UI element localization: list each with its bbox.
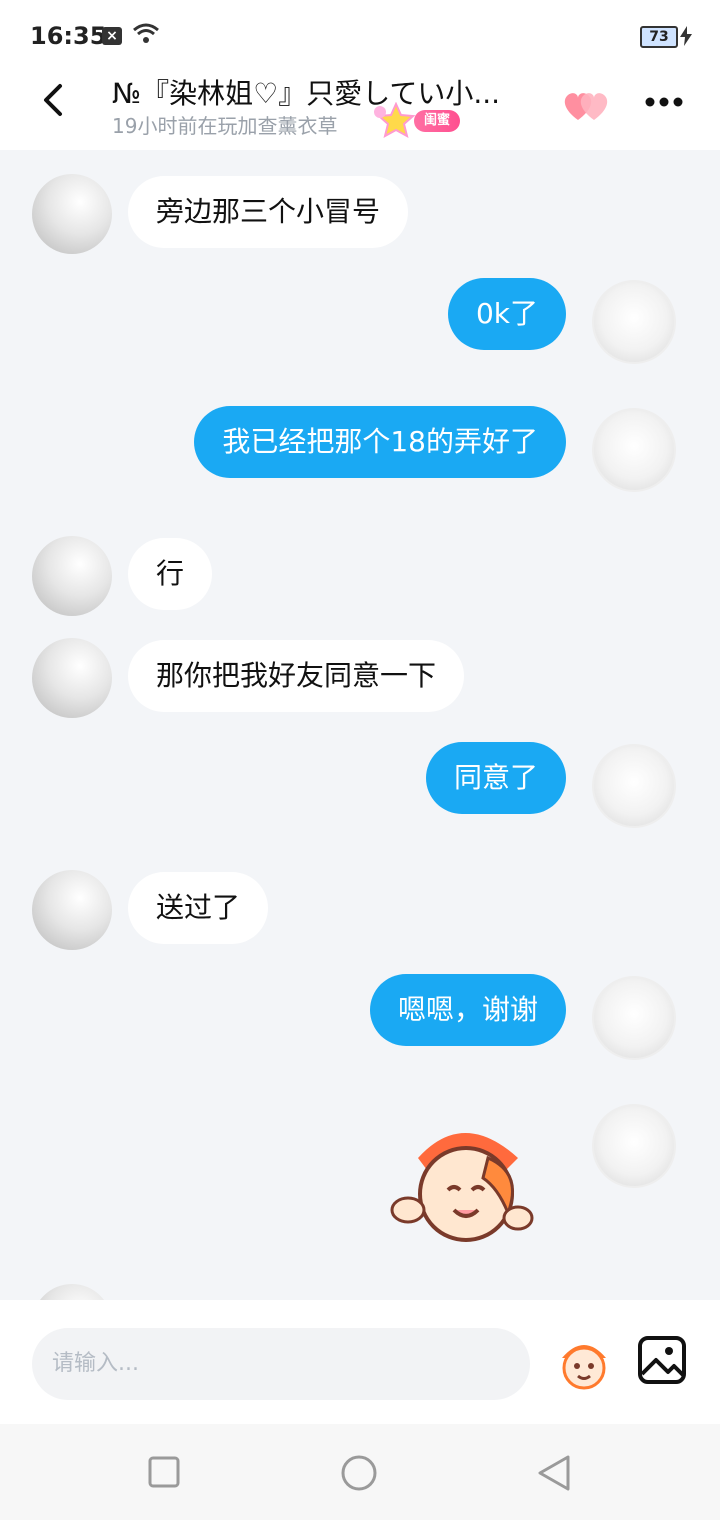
message-input[interactable]: 请输入... (32, 1328, 530, 1400)
message-bubble-outgoing[interactable]: 0k了 (447, 278, 566, 350)
hearts-icon[interactable] (560, 86, 612, 126)
notification-x-icon: × (102, 27, 122, 45)
triangle-back-icon[interactable] (536, 1454, 572, 1492)
my-avatar[interactable] (592, 1104, 676, 1188)
message-bubble-incoming[interactable]: 送过了 (128, 872, 269, 944)
chat-subtitle: 19小时前在玩加查薰衣草 (112, 114, 338, 138)
wifi-icon (133, 23, 159, 43)
sticker-icon[interactable] (552, 1332, 616, 1396)
sticker-image[interactable] (388, 1118, 538, 1248)
battery-indicator: 73 (640, 26, 678, 48)
charging-icon (680, 26, 692, 46)
message-input-placeholder: 请输入... (52, 1351, 139, 1376)
message-bubble-incoming[interactable]: 旁边那三个小冒号 (128, 176, 409, 248)
contact-avatar[interactable] (32, 870, 112, 950)
my-avatar[interactable] (592, 280, 676, 364)
message-bubble-outgoing[interactable]: 同意了 (425, 742, 566, 814)
contact-avatar[interactable] (32, 1284, 112, 1300)
message-bubble-incoming[interactable]: 那你把我好友同意一下 (128, 640, 465, 712)
message-bubble-outgoing[interactable]: 我已经把那个18的弄好了 (194, 406, 566, 478)
my-avatar[interactable] (592, 744, 676, 828)
contact-avatar[interactable] (32, 536, 112, 616)
message-list[interactable]: 旁边那三个小冒号 0k了 我已经把那个18的弄好了 行 那你把我好友同意一下 同… (0, 150, 720, 1300)
status-time: 16:35 (30, 22, 107, 50)
my-avatar[interactable] (592, 408, 676, 492)
back-chevron-icon[interactable] (34, 80, 74, 120)
composer-bar: 请输入... (0, 1300, 720, 1424)
relationship-badge: 闺蜜 (414, 110, 461, 132)
circle-icon[interactable] (340, 1454, 378, 1492)
status-bar: 16:35 × 73 (0, 0, 720, 72)
contact-avatar[interactable] (32, 638, 112, 718)
square-icon[interactable] (148, 1456, 180, 1488)
more-options-icon[interactable] (644, 96, 684, 108)
my-avatar[interactable] (592, 976, 676, 1060)
message-bubble-outgoing[interactable]: 嗯嗯，谢谢 (369, 974, 566, 1046)
message-bubble-incoming[interactable]: 行 (128, 538, 213, 610)
chat-title: №『染林姐♡』只愛してい小... (112, 77, 501, 110)
image-icon[interactable] (636, 1334, 688, 1386)
contact-avatar[interactable] (32, 174, 112, 254)
chat-header: №『染林姐♡』只愛してい小... 19小时前在玩加查薰衣草 闺蜜 (0, 72, 720, 150)
system-nav-bar (0, 1424, 720, 1520)
